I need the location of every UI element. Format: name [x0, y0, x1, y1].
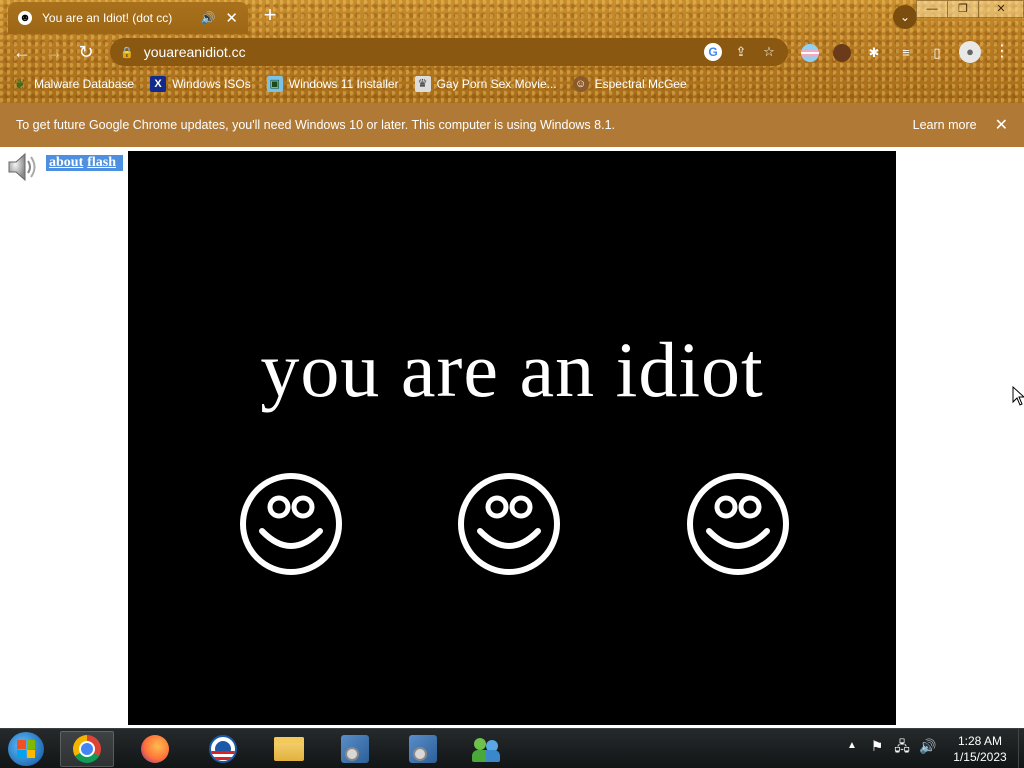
chrome-icon: [73, 735, 101, 763]
desktop-screen: ☻ You are an Idiot! (dot cc) 🔊 ✕ + ⌄ — ❐…: [0, 0, 1024, 768]
forward-button[interactable]: →: [42, 40, 66, 64]
site-icon: ♛: [414, 76, 431, 92]
infobar-close-icon[interactable]: ✕: [995, 115, 1008, 135]
face-icon: ☺: [572, 76, 589, 92]
installer-icon: [341, 735, 369, 763]
bookmark-label: Windows 11 Installer: [288, 77, 399, 91]
taskbar-people[interactable]: [460, 731, 514, 767]
bookmark-item[interactable]: ☺ Espectral McGee: [572, 76, 687, 92]
taskbar-firefox[interactable]: [128, 731, 182, 767]
firefox-icon: [141, 735, 169, 763]
taskbar-file-explorer[interactable]: [262, 731, 316, 767]
action-center-flag-icon[interactable]: ⚑: [869, 737, 885, 755]
top-links: about flash: [46, 155, 124, 171]
reload-button[interactable]: ↻: [74, 40, 98, 64]
smiley-face-icon: [240, 473, 342, 575]
google-lens-icon[interactable]: G: [704, 43, 722, 61]
taskbar-setup-2[interactable]: [396, 731, 450, 767]
back-button[interactable]: ←: [10, 40, 34, 64]
learn-more-link[interactable]: Learn more: [913, 118, 977, 132]
address-bar[interactable]: 🔒 youareanidiot.cc G ⇪ ☆: [110, 38, 788, 66]
clock-time: 1:28 AM: [957, 734, 1003, 748]
bookmark-item[interactable]: ▣ Windows 11 Installer: [266, 76, 399, 92]
window-controls: — ❐ ✕: [916, 0, 1024, 18]
tab-title: You are an Idiot! (dot cc): [42, 11, 173, 25]
speaker-icon[interactable]: [6, 151, 40, 183]
tab-search-chevron-icon[interactable]: ⌄: [893, 5, 917, 29]
tab-active[interactable]: ☻ You are an Idiot! (dot cc) 🔊 ✕: [8, 2, 248, 34]
bookmark-item[interactable]: X Windows ISOs: [150, 76, 251, 92]
show-desktop-button[interactable]: [1018, 729, 1024, 768]
smiley-favicon-icon: ☻: [18, 11, 32, 25]
profile-avatar-icon[interactable]: ●: [959, 41, 981, 63]
share-icon[interactable]: ⇪: [732, 43, 750, 61]
installer-icon: [409, 735, 437, 763]
system-tray: ▲ ⚑ 🖧 🔊: [844, 737, 936, 755]
mouse-cursor-icon: [1012, 386, 1024, 406]
taskbar-setup-1[interactable]: [328, 731, 382, 767]
show-hidden-icons-icon[interactable]: ▲: [844, 737, 860, 755]
leaf-icon: ❦: [14, 76, 26, 92]
bookmark-label: Windows ISOs: [172, 77, 251, 91]
web-page: about flash you are an idiot: [0, 147, 1024, 728]
minimize-button[interactable]: —: [916, 0, 948, 18]
clock[interactable]: 1:28 AM 1/15/2023: [942, 733, 1018, 765]
about-link[interactable]: about: [49, 155, 83, 170]
lock-icon[interactable]: 🔒: [120, 46, 134, 59]
tab-strip: ☻ You are an Idiot! (dot cc) 🔊 ✕ + ⌄ — ❐…: [0, 0, 1024, 34]
taskbar: ▲ ⚑ 🖧 🔊 1:28 AM 1/15/2023: [0, 728, 1024, 768]
bookmark-label: Espectral McGee: [594, 77, 687, 91]
bookmark-item[interactable]: ♛ Gay Porn Sex Movie...: [414, 76, 557, 92]
image-icon: ▣: [266, 76, 283, 92]
browser-toolbar: ← → ↻ 🔒 youareanidiot.cc G ⇪ ☆ ✱ ≡ ▯ ● ⋮: [0, 36, 1024, 68]
bookmark-item[interactable]: ❦ Malware Database: [12, 76, 134, 92]
maximize-button[interactable]: ❐: [947, 0, 979, 18]
bookmark-label: Gay Porn Sex Movie...: [436, 77, 557, 91]
network-icon[interactable]: 🖧: [894, 737, 910, 755]
people-network-icon: [472, 736, 502, 762]
folder-icon: [274, 737, 304, 761]
bookmark-label: Malware Database: [34, 77, 135, 91]
speaker-audio-icon[interactable]: 🔊: [200, 11, 215, 25]
smiley-face-icon: [458, 473, 560, 575]
start-button[interactable]: [8, 732, 44, 766]
infobar-message: To get future Google Chrome updates, you…: [16, 118, 615, 132]
side-panel-icon[interactable]: ▯: [928, 44, 946, 62]
url-text[interactable]: youareanidiot.cc: [144, 44, 694, 60]
volume-icon[interactable]: 🔊: [919, 737, 936, 755]
smiley-face-icon: [687, 473, 789, 575]
obama-logo-icon: [209, 735, 237, 763]
bookmark-star-icon[interactable]: ☆: [760, 43, 778, 61]
headline-text: you are an idiot: [260, 326, 764, 413]
flash-stage[interactable]: you are an idiot: [128, 151, 896, 725]
bookmarks-bar: ❦ Malware Database X Windows ISOs ▣ Wind…: [0, 72, 1024, 96]
puzzle-extensions-icon[interactable]: ✱: [865, 44, 883, 62]
clock-date: 1/15/2023: [953, 750, 1007, 764]
update-infobar: To get future Google Chrome updates, you…: [0, 103, 1024, 147]
windows-logo-icon: [17, 740, 35, 758]
window-close-button[interactable]: ✕: [978, 0, 1024, 18]
menu-button[interactable]: ⋮: [994, 40, 1010, 64]
flag-extension-icon[interactable]: [801, 44, 819, 62]
tab-close-icon[interactable]: ✕: [225, 9, 238, 27]
avatar-extension-icon[interactable]: [833, 44, 851, 62]
x-icon: X: [150, 76, 167, 92]
flash-link[interactable]: flash: [87, 155, 116, 170]
taskbar-chrome[interactable]: [60, 731, 114, 767]
browser-frame: ☻ You are an Idiot! (dot cc) 🔊 ✕ + ⌄ — ❐…: [0, 0, 1024, 103]
media-controls-icon[interactable]: ≡: [897, 44, 915, 62]
taskbar-obama-browser[interactable]: [196, 731, 250, 767]
new-tab-button[interactable]: +: [258, 4, 282, 28]
